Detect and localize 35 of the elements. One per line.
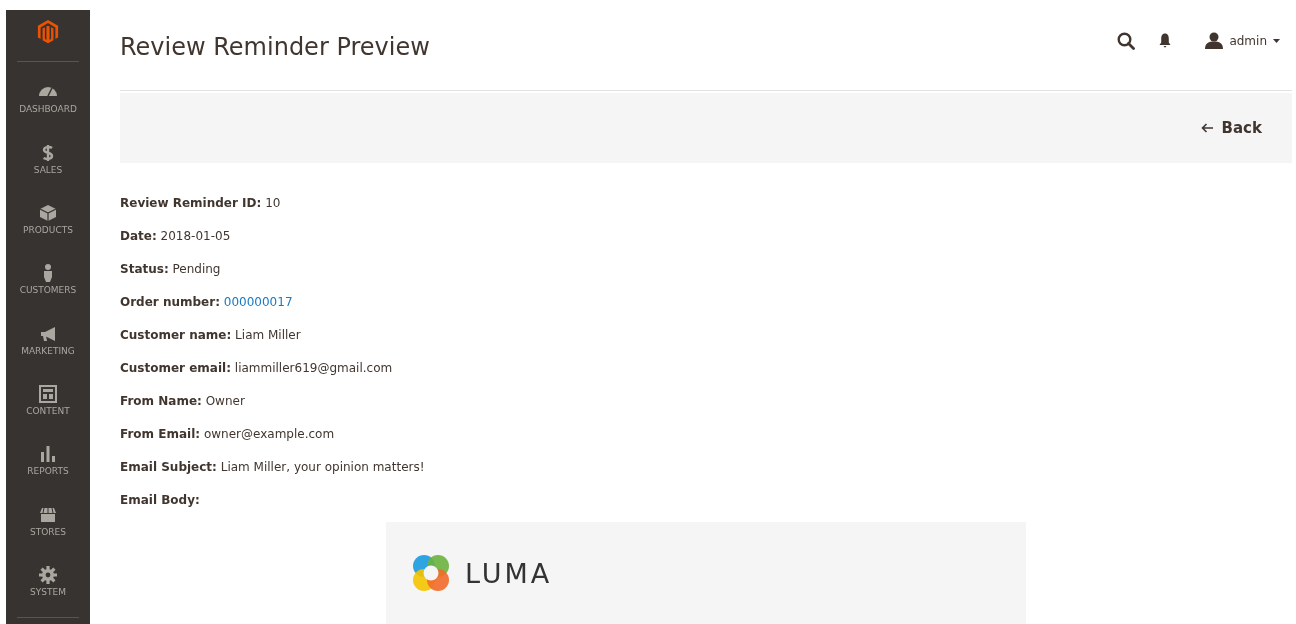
- back-button[interactable]: Back: [1194, 113, 1292, 144]
- detail-line: Review Reminder ID: 10: [120, 195, 282, 213]
- detail-line: Customer name: Liam Miller: [120, 327, 302, 345]
- gear-icon: [38, 564, 58, 585]
- detail-line: Email Subject: Liam Miller, your opinion matters!: [120, 459, 426, 477]
- detail-line: Email Body:: [120, 492, 201, 510]
- sidebar-item[interactable]: STORES: [30, 490, 66, 551]
- detail-line: From Email: owner@example.com: [120, 426, 336, 444]
- logo-icon: [35, 20, 61, 44]
- sidebar-item[interactable]: CONTENT: [26, 369, 70, 431]
- sidebar-item[interactable]: CUSTOMERS: [19, 249, 77, 310]
- detail-line: Customer email: liammiller619@gmail.com: [120, 360, 394, 378]
- order-link[interactable]: 000000017: [223, 295, 293, 310]
- sidebar-item[interactable]: DASHBOARD: [19, 68, 77, 129]
- sidebar-item[interactable]: PRODUCTS: [23, 188, 73, 250]
- bell-icon[interactable]: [1159, 33, 1172, 49]
- detail-line: Status: Pending: [120, 261, 222, 279]
- detail-line: From Name: Owner: [120, 393, 246, 411]
- user-icon: [1205, 32, 1224, 50]
- page-title: Review Reminder Preview: [120, 32, 430, 61]
- layout-icon: [38, 383, 58, 404]
- user-menu[interactable]: admin: [1205, 32, 1280, 50]
- box-icon: [38, 203, 58, 224]
- detail-line: Date: 2018-01-05: [120, 228, 232, 246]
- bar-chart-icon: [38, 444, 58, 465]
- sidebar-item[interactable]: MARKETING: [21, 309, 75, 370]
- sidebar-item[interactable]: SALES: [33, 128, 63, 189]
- luma-logo-icon: [411, 553, 451, 594]
- caret-icon: [1273, 38, 1280, 43]
- brand-name: LUMA: [465, 557, 553, 589]
- sidebar-item[interactable]: REPORTS: [27, 430, 69, 491]
- arrow-left-icon: [1200, 123, 1213, 134]
- detail-line: Order number: 000000017: [120, 294, 294, 312]
- sidebar-item[interactable]: SYSTEM: [30, 550, 66, 611]
- search-icon[interactable]: [1117, 31, 1136, 50]
